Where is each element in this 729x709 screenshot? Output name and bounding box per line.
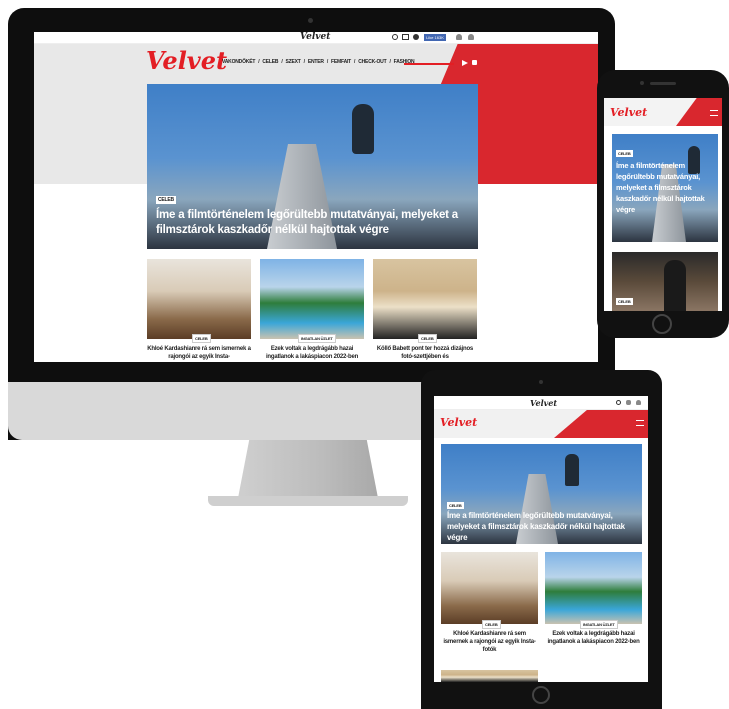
hero-title[interactable]: Íme a filmtörténelem legőrültebb mutatvá… <box>156 208 466 238</box>
hero-person <box>565 454 579 486</box>
tablet-top-bar: Velvet <box>434 396 648 410</box>
tablet-hero-title[interactable]: Íme a filmtörténelem legőrültebb mutatvá… <box>447 510 637 543</box>
person-silhouette <box>664 260 686 311</box>
search-icon[interactable] <box>616 400 621 405</box>
tile-title[interactable]: Ezek voltak a legdrágább hazai ingatlano… <box>260 345 364 361</box>
tile-tag[interactable]: CELEB <box>192 334 211 343</box>
phone-camera <box>640 81 644 85</box>
site-logo[interactable]: Velvet <box>146 46 227 75</box>
article-tile[interactable]: CELEB Khloé Kardashianre rá sem ismernek… <box>147 259 251 362</box>
tile-image <box>545 552 642 624</box>
tile-image <box>373 259 477 339</box>
tile-image <box>260 259 364 339</box>
notification-icon[interactable] <box>456 34 462 40</box>
nav-item[interactable]: CHECK-OUT <box>358 59 386 65</box>
nav-underline <box>404 63 454 65</box>
notification-icon[interactable] <box>626 400 631 405</box>
tile-title[interactable]: Köllő Babett pont ter hozzá dizájnos fot… <box>373 345 477 361</box>
phone-speaker <box>650 82 676 85</box>
tile-title[interactable]: Ezek voltak a legdrágább hazai ingatlano… <box>545 630 642 646</box>
info-icon[interactable] <box>413 34 419 40</box>
user-icon[interactable] <box>468 34 474 40</box>
newsletter-icon[interactable] <box>402 34 409 40</box>
nav-item[interactable]: FEMFAIT <box>331 59 351 65</box>
topbar-logo[interactable]: Velvet <box>300 32 330 42</box>
tile-tag[interactable]: INGATLAN ÜZLET <box>298 334 336 343</box>
search-icon[interactable] <box>392 34 398 40</box>
tablet-hero[interactable]: CELEB Íme a filmtörténelem legőrültebb m… <box>441 444 642 544</box>
article-tile[interactable]: INGATLAN ÜZLET Ezek voltak a legdrágább … <box>260 259 364 362</box>
tile-tag[interactable]: INGATLAN ÜZLET <box>580 620 618 629</box>
menu-icon[interactable] <box>636 420 644 426</box>
tile-image <box>441 552 538 624</box>
article-tile[interactable]: CELEB Khloé Kardashianre rá sem ismernek… <box>441 552 538 662</box>
hero-article[interactable]: CELEB Íme a filmtörténelem legőrültebb m… <box>147 84 478 249</box>
phone-hero[interactable]: CELEB Íme a filmtörténelem legőrültebb m… <box>612 134 718 242</box>
article-tile[interactable]: CELEB Köllő Babett pont ter hozzá dizájn… <box>373 259 477 362</box>
nav-item[interactable]: SZEXT <box>286 59 301 65</box>
phone-screen: Velvet CELEB Íme a filmtörténelem legőrü… <box>604 98 722 311</box>
tablet-logo[interactable]: Velvet <box>440 416 477 429</box>
hero-tag[interactable]: CELEB <box>156 196 176 204</box>
tablet-camera <box>539 380 543 384</box>
top-bar: Velvet Like 163K <box>34 32 598 44</box>
share-icon[interactable] <box>462 60 468 66</box>
article-tile[interactable]: INGATLAN ÜZLET Ezek voltak a legdrágább … <box>545 552 642 662</box>
like-button[interactable]: Like 163K <box>424 34 446 41</box>
tile-title[interactable]: Khloé Kardashianre rá sem ismernek a raj… <box>147 345 251 361</box>
menu-icon[interactable] <box>710 110 718 116</box>
tablet-topbar-logo[interactable]: Velvet <box>530 398 557 408</box>
phone-second-article[interactable]: CELEB <box>612 252 718 311</box>
user-icon[interactable] <box>636 400 641 405</box>
nav-item[interactable]: CELEB <box>262 59 278 65</box>
tile-title[interactable]: Khloé Kardashianre rá sem ismernek a raj… <box>441 630 538 654</box>
desktop-screen: Velvet Like 163K Velvet VAKONDŐKÉT / CELE… <box>34 32 598 362</box>
tile-image <box>147 259 251 339</box>
monitor-base <box>208 496 408 506</box>
tablet-home-button[interactable] <box>532 686 550 704</box>
phone-hero-tag[interactable]: CELEB <box>616 150 633 157</box>
monitor-stand <box>238 440 378 498</box>
phone-home-button[interactable] <box>652 314 672 334</box>
article-tile-partial[interactable] <box>441 670 538 682</box>
main-nav: VAKONDŐKÉT / CELEB / SZEXT / ENTER / FEMFAIT… <box>222 59 415 65</box>
tablet-screen: Velvet Velvet CELEB Íme a filmtörténelem… <box>434 396 648 682</box>
phone-hero-title[interactable]: Íme a filmtörténelem legőrültebb mutatvá… <box>616 160 716 215</box>
tile-tag[interactable]: CELEB <box>482 620 501 629</box>
hero-person <box>352 104 374 154</box>
phone-logo[interactable]: Velvet <box>610 106 647 119</box>
tile-tag[interactable]: CELEB <box>418 334 437 343</box>
tablet-hero-tag[interactable]: CELEB <box>447 502 464 509</box>
thumbs-up-icon[interactable] <box>472 60 477 65</box>
phone-second-tag[interactable]: CELEB <box>616 298 633 305</box>
nav-item[interactable]: ENTER <box>308 59 324 65</box>
monitor-camera <box>308 18 313 23</box>
nav-item[interactable]: VAKONDŐKÉT <box>222 59 255 65</box>
